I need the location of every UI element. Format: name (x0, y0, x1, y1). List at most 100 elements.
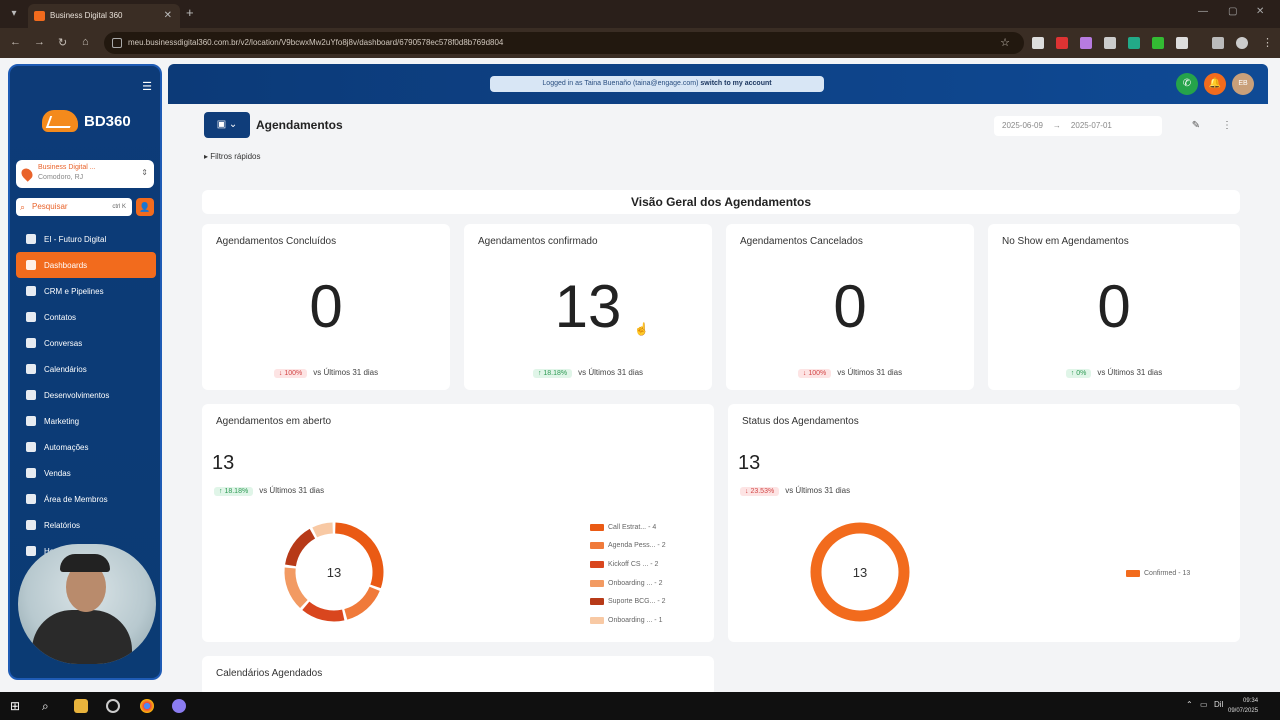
search-icon[interactable]: ⌕ (42, 699, 56, 713)
file-explorer-icon[interactable] (74, 699, 88, 713)
dashboard-switcher-button[interactable]: ▣ ⌄ (204, 112, 250, 138)
avatar[interactable]: EB (1232, 73, 1254, 95)
sidebar-item-futuro-digital[interactable]: EI - Futuro Digital (16, 226, 156, 252)
card-title: Agendamentos em aberto (216, 416, 332, 427)
sidebar-item-conversas[interactable]: Conversas (16, 330, 156, 356)
legend-item[interactable]: Confirmed - 13 (1126, 564, 1190, 583)
sidebar-item-calendarios[interactable]: Calendários (16, 356, 156, 382)
app-icon[interactable] (172, 699, 186, 713)
open-appointments-compare: ↑ 18.18% vs Últimos 31 dias (214, 486, 324, 496)
search-input[interactable]: ⌕ Pesquisar ctrl K (16, 198, 132, 216)
edit-icon[interactable]: ✎ (1186, 116, 1206, 136)
trend-badge: ↓ 100% (273, 369, 308, 378)
user-quick-action-button[interactable]: 👤 (136, 198, 154, 216)
donut-slice[interactable] (344, 586, 380, 620)
home-icon[interactable]: ⌂ (82, 36, 89, 48)
sidebar-item-area-membros[interactable]: Área de Membros (16, 486, 156, 512)
legend-item[interactable]: Onboarding ... - 2 (590, 574, 666, 593)
logo-cloud-icon (42, 110, 78, 132)
kpi-title: Agendamentos Cancelados (740, 236, 863, 247)
compare-label: vs Últimos 31 dias (837, 368, 903, 377)
quick-filters-toggle[interactable]: ▸ Filtros rápidos (204, 152, 261, 161)
forward-icon[interactable]: → (34, 36, 45, 48)
sidebar-item-crm[interactable]: CRM e Pipelines (16, 278, 156, 304)
reports-icon (26, 520, 36, 530)
sidebar-item-relatorios[interactable]: Relatórios (16, 512, 156, 538)
donut-slice[interactable] (312, 522, 334, 538)
contacts-icon (26, 312, 36, 322)
chrome-icon[interactable] (140, 699, 154, 713)
extension-icon[interactable] (1128, 37, 1140, 49)
sidebar-item-contatos[interactable]: Contatos (16, 304, 156, 330)
extension-icon[interactable] (1176, 37, 1188, 49)
more-options-icon[interactable]: ⋮ (1220, 116, 1234, 136)
legend-item[interactable]: Agenda Pess... - 2 (590, 537, 666, 556)
phone-icon[interactable]: ✆ (1176, 73, 1198, 95)
lang-indicator[interactable]: Dil (1214, 700, 1223, 709)
minimize-icon[interactable]: — (1198, 6, 1208, 17)
taskbar-clock[interactable]: 09:34 09/07/2025 (1228, 696, 1258, 716)
profile-icon[interactable] (1236, 37, 1248, 49)
donut-slice[interactable] (284, 567, 308, 609)
extension-icon[interactable] (1080, 37, 1092, 49)
logo: BD360 (42, 106, 131, 136)
extension-icon[interactable] (1104, 37, 1116, 49)
sidebar-item-dashboards[interactable]: Dashboards (16, 252, 156, 278)
switch-account-link[interactable]: switch to my account (700, 80, 771, 87)
date-range-picker[interactable]: 2025-06-09 → 2025-07-01 (994, 116, 1162, 136)
legend-item[interactable]: Onboarding ... - 1 (590, 611, 666, 630)
main-area: Logged in as Taina Buenaño (taina@engage… (168, 64, 1268, 696)
extension-icon[interactable] (1056, 37, 1068, 49)
sidebar-item-vendas[interactable]: Vendas (16, 460, 156, 486)
network-icon[interactable]: ▭ (1200, 700, 1208, 709)
reload-icon[interactable]: ↻ (58, 36, 67, 49)
legend-swatch (1126, 569, 1140, 577)
bookmark-star-icon[interactable]: ☆ (1000, 32, 1010, 54)
legend-item[interactable]: Suporte BCG... - 2 (590, 592, 666, 611)
open-appointments-donut: 13 (284, 522, 384, 622)
close-window-icon[interactable]: ✕ (1256, 6, 1264, 17)
sidebar-item-marketing[interactable]: Marketing (16, 408, 156, 434)
extension-icon[interactable] (1032, 37, 1044, 49)
back-icon[interactable]: ← (10, 36, 21, 48)
trend-badge: ↑ 18.18% (214, 487, 254, 496)
sidebar-item-label: Área de Membros (44, 494, 108, 504)
browser-menu-icon[interactable]: ⋮ (1262, 36, 1273, 49)
new-tab-icon[interactable]: + (186, 5, 194, 20)
sidebar-item-automacoes[interactable]: Automações (16, 434, 156, 460)
donut-slice[interactable] (302, 601, 345, 622)
extension-icon[interactable] (1152, 37, 1164, 49)
trend-badge: ↓ 23.53% (740, 487, 780, 496)
site-info-icon[interactable] (112, 38, 122, 48)
sidebar-item-label: Vendas (44, 468, 71, 478)
windows-start-icon[interactable]: ⊞ (10, 699, 24, 713)
donut-slice[interactable] (334, 522, 384, 589)
donut-slice[interactable] (285, 528, 316, 567)
bell-icon[interactable]: 🔔 (1204, 73, 1226, 95)
tray-chevron-icon[interactable]: ⌃ (1186, 700, 1193, 709)
close-tab-icon[interactable]: ✕ (164, 4, 172, 28)
browser-tab[interactable]: Business Digital 360 ✕ (28, 4, 180, 28)
collapse-sidebar-icon[interactable]: ☰ (142, 80, 152, 93)
webcam-person-hat (60, 554, 110, 572)
compare-label: vs Últimos 31 dias (313, 368, 379, 377)
legend-item[interactable]: Call Estrat... - 4 (590, 518, 666, 537)
compare-label: vs Últimos 31 dias (578, 368, 644, 377)
legend-label: Onboarding ... - 1 (608, 616, 663, 624)
legend-swatch (590, 542, 604, 550)
kpi-card-confirmado: Agendamentos confirmado 13 ↑ 18.18% vs Úl… (464, 224, 712, 390)
card-title: Status dos Agendamentos (742, 416, 859, 427)
sidebar-item-desenvolvimentos[interactable]: Desenvolvimentos (16, 382, 156, 408)
trend-badge: ↑ 18.18% (532, 369, 573, 378)
maximize-icon[interactable]: ▢ (1228, 6, 1237, 17)
legend-item[interactable]: Kickoff CS ... - 2 (590, 555, 666, 574)
tab-menu-icon[interactable]: ▾ (6, 6, 22, 22)
kpi-title: Agendamentos Concluídos (216, 236, 337, 247)
extension-icon[interactable] (1212, 37, 1224, 49)
donut-center-label: 13 (853, 565, 867, 580)
top-bar: Logged in as Taina Buenaño (taina@engage… (168, 64, 1268, 104)
logo-text: BD360 (84, 112, 131, 130)
address-bar[interactable]: meu.businessdigital360.com.br/v2/locatio… (104, 32, 1024, 54)
app-icon[interactable] (106, 699, 120, 713)
account-switcher[interactable]: Business Digital ... Comodoro, RJ ⇕ (16, 160, 154, 188)
